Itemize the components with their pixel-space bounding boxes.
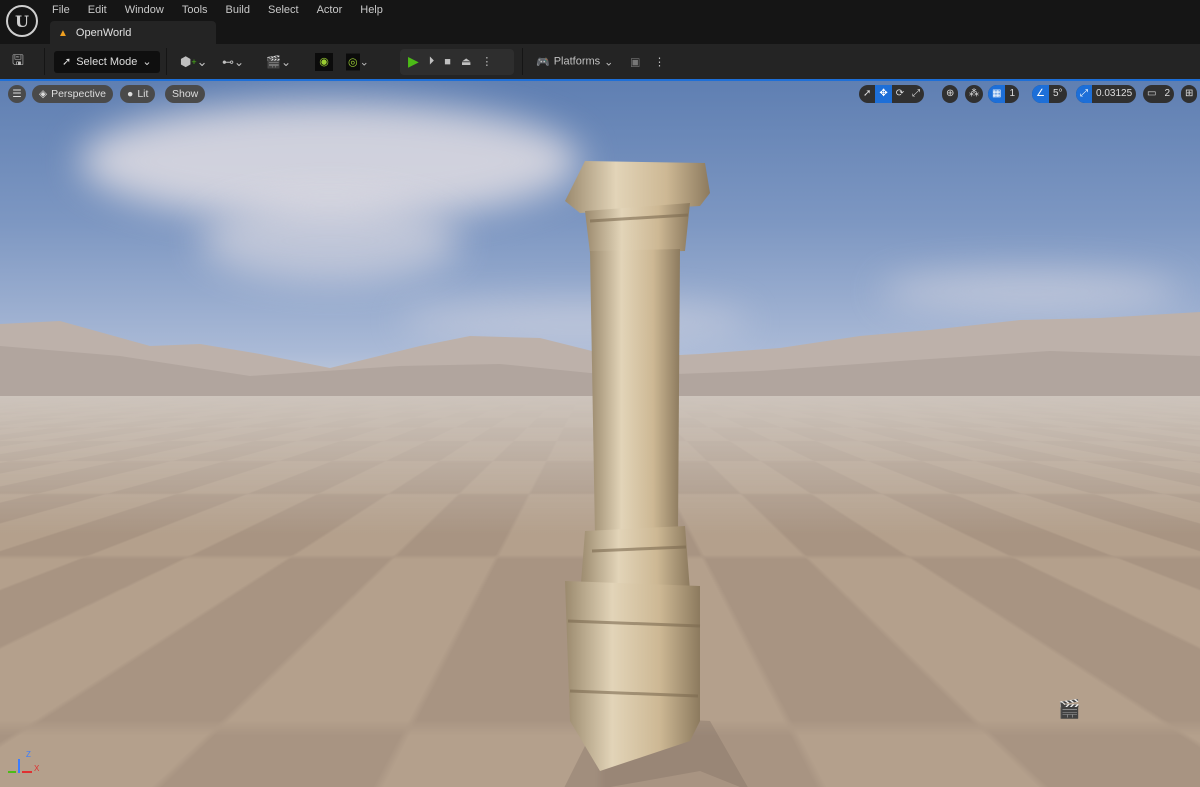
unreal-logo[interactable]: U <box>6 5 38 37</box>
add-actor-button[interactable]: ⬢ + ⌄ <box>180 54 208 70</box>
stop-icon[interactable]: ■ <box>444 56 451 68</box>
divider <box>44 48 45 75</box>
camera-icon: ▭ <box>1147 88 1157 99</box>
lit-label: Lit <box>137 88 149 100</box>
game-mode-button[interactable]: ◉ <box>315 52 333 71</box>
more-icon[interactable]: ⋮ <box>481 55 492 68</box>
surface-snap-toggle[interactable]: ⁂ <box>965 85 983 103</box>
hamburger-icon: ☰ <box>12 88 22 100</box>
settings-icon[interactable]: ▣ <box>630 55 640 68</box>
cursor-icon: ➚ <box>62 56 72 68</box>
scale-snap-value: 0.03125 <box>1096 88 1133 99</box>
globe-icon: ⊕ <box>946 88 955 99</box>
select-mode-dropdown[interactable]: ➚ Select Mode ⌄ <box>54 50 160 73</box>
chevron-down-icon: ⌄ <box>604 56 614 68</box>
cinematics-button[interactable]: 🎬 ⌄ <box>266 55 291 69</box>
sphere-icon: ● <box>127 88 134 100</box>
surface-snap-icon: ⁂ <box>969 88 979 99</box>
rotation-snap-value: 5° <box>1052 88 1063 99</box>
play-controls: ▶ ⏵ ■ ⏏ ⋮ <box>400 48 514 75</box>
grid-snap-control[interactable]: ▦ 1 <box>988 85 1020 103</box>
menu-select[interactable]: Select <box>259 3 308 17</box>
translate-tool-icon[interactable]: ✥ <box>875 85 892 103</box>
select-tool-icon[interactable]: ➚ <box>859 85 875 103</box>
main-toolbar: 🖫 ➚ Select Mode ⌄ ⬢ + ⌄ ⊷ ⌄ 🎬 ⌄ ◉ ◎ ⌄ ▶ ⏵ ■ ⏏… <box>0 44 1200 79</box>
select-mode-label: Select Mode <box>76 55 138 68</box>
scale-snap-control[interactable]: ⤢ 0.03125 <box>1076 85 1137 103</box>
viewport-layout-button[interactable]: ⊞ <box>1181 85 1198 103</box>
blueprint-button[interactable]: ⊷ ⌄ <box>222 55 244 69</box>
add-actor-icon: ⬢ <box>180 53 192 69</box>
blueprint-icon: ⊷ <box>222 54 234 69</box>
angle-icon: ∠ <box>1032 85 1049 103</box>
title-bar: U File Edit Window Tools Build Select Ac… <box>0 0 1200 45</box>
rotation-snap-control[interactable]: ∠ 5° <box>1032 85 1067 103</box>
perspective-label: Perspective <box>51 88 106 100</box>
world-local-toggle[interactable]: ⊕ <box>942 85 959 103</box>
transform-tools: ➚ ✥ ⟳ ⤢ <box>859 85 925 103</box>
cube-icon: ◈ <box>39 88 48 100</box>
more-icon[interactable]: ⋮ <box>654 55 665 68</box>
lit-button[interactable]: ● Lit <box>120 85 156 103</box>
eject-icon[interactable]: ⏏ <box>461 55 471 68</box>
axis-z-label: Z <box>26 750 31 759</box>
show-button[interactable]: Show <box>165 85 206 103</box>
platforms-dropdown[interactable]: 🎮 Platforms ⌄ <box>536 55 614 69</box>
level-tab-label: OpenWorld <box>75 27 132 39</box>
save-icon[interactable]: 🖫 <box>12 50 24 74</box>
clapperboard-icon: 🎬 <box>266 54 281 69</box>
level-viewport[interactable]: ☰ ◈ Perspective ● Lit Show ➚ ✥ ⟳ ⤢ ⊕ ⁂ ▦ 1 … <box>0 79 1200 787</box>
menu-bar: File Edit Window Tools Build Select Acto… <box>52 3 392 17</box>
chevron-down-icon: ⌄ <box>142 56 152 68</box>
menu-window[interactable]: Window <box>116 3 173 17</box>
menu-tools[interactable]: Tools <box>173 3 217 17</box>
menu-edit[interactable]: Edit <box>79 3 116 17</box>
scale-icon: ⤢ <box>1076 85 1092 103</box>
stone-pillar <box>564 161 748 787</box>
divider <box>522 48 523 75</box>
gamepad-icon: ◉ <box>319 56 329 68</box>
platforms-label: Platforms <box>553 55 601 68</box>
menu-actor[interactable]: Actor <box>308 3 352 17</box>
step-icon[interactable]: ⏵ <box>429 55 435 68</box>
show-label: Show <box>172 88 199 100</box>
viewport-menu-button[interactable]: ☰ <box>8 85 26 103</box>
rotate-tool-icon[interactable]: ⟳ <box>892 85 908 103</box>
target-icon: ◎ <box>346 53 360 70</box>
platforms-icon: 🎮 <box>536 56 550 68</box>
menu-build[interactable]: Build <box>217 3 259 17</box>
axis-indicator: Z X <box>8 750 39 773</box>
camera-speed-control[interactable]: ▭ 2 <box>1143 85 1175 103</box>
menu-help[interactable]: Help <box>351 3 392 17</box>
platform-tools-button[interactable]: ◎ ⌄ <box>346 53 369 70</box>
axis-x-label: X <box>34 764 40 773</box>
play-icon[interactable]: ▶ <box>408 53 419 70</box>
perspective-button[interactable]: ◈ Perspective <box>32 85 113 103</box>
grid-icon: ▦ <box>988 85 1006 103</box>
level-icon: ▲ <box>58 27 68 39</box>
divider <box>166 48 167 75</box>
level-tab[interactable]: ▲ OpenWorld <box>50 21 216 45</box>
layout-icon: ⊞ <box>1185 88 1194 99</box>
menu-file[interactable]: File <box>52 3 79 17</box>
clapperboard-icon: 🎬 <box>1058 699 1081 719</box>
